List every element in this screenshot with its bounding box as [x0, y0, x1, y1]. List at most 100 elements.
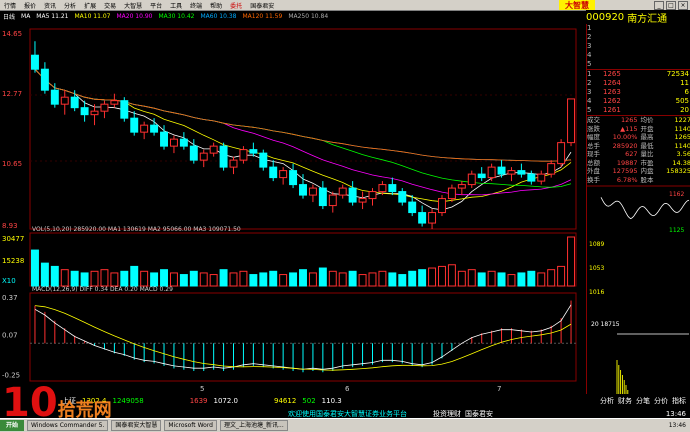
menu-item-9[interactable]: 终端	[186, 1, 206, 10]
candle-body[interactable]	[179, 138, 188, 147]
candle-body[interactable]	[279, 170, 288, 179]
candle-body[interactable]	[398, 191, 407, 203]
candle-body[interactable]	[100, 103, 109, 112]
candle-body[interactable]	[318, 187, 327, 207]
candle-body[interactable]	[140, 124, 149, 133]
candle-body[interactable]	[457, 184, 466, 189]
status-tab-1[interactable]: 财务	[618, 396, 632, 406]
menu-item-12[interactable]: 国泰君安	[246, 1, 278, 10]
candle-body[interactable]	[169, 138, 178, 147]
quote-key: 股本	[640, 175, 654, 184]
menu-item-11[interactable]: 委托	[226, 1, 246, 10]
menu-item-10[interactable]: 帮助	[206, 1, 226, 10]
candle-body[interactable]	[477, 173, 486, 179]
candle-body[interactable]	[70, 96, 79, 109]
candle-body[interactable]	[80, 107, 89, 116]
candle-body[interactable]	[358, 198, 367, 203]
candle-body[interactable]	[199, 152, 208, 161]
candle-body[interactable]	[90, 110, 99, 116]
taskbar-item-2[interactable]: Microsoft Word	[164, 420, 217, 431]
indicator-tab-6[interactable]: MA60 10.38	[197, 13, 239, 20]
candle-body[interactable]	[50, 89, 59, 105]
menu-item-3[interactable]: 分析	[60, 1, 80, 10]
macd-axis-label: 0.07	[2, 331, 18, 339]
indicator-tab-2[interactable]: MA5 11.21	[33, 13, 71, 20]
taskbar-item-1[interactable]: 国泰君安大智慧	[111, 420, 162, 431]
close-icon[interactable]: ×	[678, 1, 688, 10]
candle-body[interactable]	[547, 163, 556, 175]
buy-row: 3 1263 6	[587, 88, 690, 97]
menu-item-7[interactable]: 平台	[146, 1, 166, 10]
candle-body[interactable]	[408, 201, 417, 214]
candle-body[interactable]	[299, 184, 307, 196]
candle-body[interactable]	[259, 152, 268, 168]
indicator-tab-0[interactable]: 日线	[0, 12, 18, 21]
indicator-tab-4[interactable]: MA20 10.90	[113, 13, 155, 20]
candle-body[interactable]	[209, 145, 218, 154]
index3-amt: 110.3	[321, 396, 342, 405]
status-tab-4[interactable]: 指标	[672, 396, 686, 406]
candle-body[interactable]	[438, 198, 446, 214]
indicator-tab-8[interactable]: MA250 10.84	[285, 13, 331, 20]
x-axis-label: 7	[497, 385, 501, 393]
candle-body[interactable]	[338, 187, 347, 196]
kline-chart[interactable]: 14.65 12.77 10.65 8.93 VOL(5,10,20) 285920.0…	[0, 21, 586, 394]
ma-line	[34, 68, 572, 162]
taskbar-item-3[interactable]: 理文_上海池塘_新讯...	[220, 420, 288, 431]
macd-axis-label: -0.25	[2, 372, 20, 380]
candle-body[interactable]	[418, 212, 427, 224]
candle-body[interactable]	[487, 166, 496, 179]
candle-body[interactable]	[249, 149, 258, 154]
indicator-tab-5[interactable]: MA30 10.42	[155, 13, 197, 20]
broker-tab-1[interactable]: 国泰君安	[465, 409, 493, 419]
menu-item-0[interactable]: 行情	[0, 1, 20, 10]
candle-body[interactable]	[467, 173, 476, 186]
candle-body[interactable]	[308, 187, 317, 196]
candle-body[interactable]	[517, 170, 526, 175]
candle-body[interactable]	[60, 96, 69, 105]
candle-body[interactable]	[150, 124, 159, 133]
candle-body[interactable]	[239, 149, 248, 161]
candle-body[interactable]	[537, 173, 546, 182]
candle-body[interactable]	[229, 159, 238, 168]
intraday-mini-chart[interactable]: 1162112510891053101620 187152468	[587, 184, 690, 424]
candle-body[interactable]	[557, 142, 566, 165]
candle-body[interactable]	[110, 100, 119, 105]
candle-body[interactable]	[269, 166, 278, 179]
candle-body[interactable]	[160, 131, 168, 147]
indicator-tab-1[interactable]: MA	[18, 13, 33, 20]
maximize-icon[interactable]: □	[666, 1, 676, 10]
indicator-tab-3[interactable]: MA10 11.07	[71, 13, 113, 20]
menu-item-5[interactable]: 交易	[100, 1, 120, 10]
candle-body[interactable]	[130, 117, 139, 133]
candle-body[interactable]	[189, 145, 198, 161]
menu-item-8[interactable]: 工具	[166, 1, 186, 10]
broker-tab-0[interactable]: 投资理财	[433, 409, 461, 419]
menu-item-1[interactable]: 报价	[20, 1, 40, 10]
indicator-tab-7[interactable]: MA120 11.59	[239, 13, 285, 20]
candle-body[interactable]	[40, 68, 49, 91]
candle-body[interactable]	[527, 173, 536, 182]
menu-item-4[interactable]: 扩展	[80, 1, 100, 10]
status-tab-2[interactable]: 分笔	[636, 396, 650, 406]
candle-body[interactable]	[388, 184, 397, 193]
candle-body[interactable]	[120, 100, 129, 119]
candle-body[interactable]	[428, 212, 437, 224]
sell-volume	[633, 42, 690, 51]
candle-body[interactable]	[328, 194, 337, 207]
volume-bar	[209, 274, 218, 287]
candle-body[interactable]	[30, 54, 39, 70]
status-tab-0[interactable]: 分析	[600, 396, 614, 406]
candle-body[interactable]	[368, 191, 377, 200]
candle-body[interactable]	[348, 187, 357, 203]
menu-item-6[interactable]: 大智慧	[120, 1, 146, 10]
menu-item-2[interactable]: 资讯	[40, 1, 60, 10]
candle-body[interactable]	[507, 170, 516, 175]
candle-body[interactable]	[378, 184, 387, 193]
candle-body[interactable]	[289, 170, 298, 186]
candle-body[interactable]	[447, 187, 456, 200]
status-tab-3[interactable]: 分价	[654, 396, 668, 406]
candle-body[interactable]	[567, 98, 576, 144]
candle-body[interactable]	[219, 145, 228, 168]
candle-body[interactable]	[497, 166, 506, 175]
